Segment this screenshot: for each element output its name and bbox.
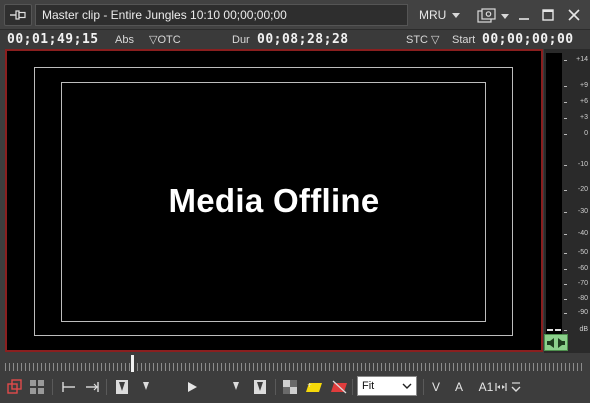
meter-tick: -40 bbox=[564, 229, 590, 239]
marker-red-icon bbox=[331, 380, 347, 394]
add-marker-red-button[interactable] bbox=[330, 378, 348, 396]
mru-label: MRU bbox=[419, 8, 447, 22]
video-track-button[interactable]: V bbox=[429, 378, 443, 396]
meter-tick: -30 bbox=[564, 207, 590, 217]
meter-tick: +6 bbox=[564, 97, 590, 107]
meter-tick: -90 bbox=[564, 308, 590, 318]
link-arrows-icon bbox=[495, 383, 507, 391]
audio-level-bar bbox=[546, 53, 562, 334]
maximize-icon bbox=[542, 9, 554, 21]
single-view-button[interactable] bbox=[6, 378, 24, 396]
single-view-icon bbox=[7, 379, 22, 394]
meter-tick: +3 bbox=[564, 113, 590, 123]
play-button[interactable] bbox=[183, 378, 201, 396]
meter-tick: -80 bbox=[564, 294, 590, 304]
audio-meter: +14 +9 +6 +3 0 -10 -20 -30 -40 -50 -60 -… bbox=[544, 49, 590, 353]
marker-yellow-icon: + bbox=[306, 382, 322, 392]
close-icon bbox=[568, 9, 580, 21]
go-to-in-button[interactable] bbox=[60, 378, 78, 396]
mark-in-icon bbox=[116, 380, 128, 394]
otc-selector[interactable]: ▽OTC bbox=[149, 32, 181, 48]
go-to-out-button[interactable] bbox=[83, 378, 101, 396]
mark-clip-button[interactable] bbox=[137, 378, 155, 396]
chevron-down-icon bbox=[511, 382, 521, 392]
close-button[interactable] bbox=[565, 6, 583, 24]
mark-out-clip-button[interactable] bbox=[227, 378, 245, 396]
toolbar-divider bbox=[352, 379, 353, 395]
zoom-select-value: Fit bbox=[362, 380, 375, 392]
channel-link-button[interactable] bbox=[495, 378, 507, 396]
svg-text:+: + bbox=[307, 382, 312, 389]
mark-clip-icon bbox=[143, 382, 149, 390]
stc-selector[interactable]: STC ▽ bbox=[406, 32, 440, 48]
toolbar-divider bbox=[106, 379, 107, 395]
mark-out-clip-icon bbox=[233, 382, 239, 390]
go-to-out-icon bbox=[86, 382, 99, 392]
multi-view-button[interactable] bbox=[28, 378, 46, 396]
mru-dropdown[interactable]: MRU bbox=[419, 6, 461, 24]
title-bar: Master clip - Entire Jungles 10:10 00;00… bbox=[0, 0, 590, 30]
toolbar-divider bbox=[52, 379, 53, 395]
duration-timecode: 00;08;28;28 bbox=[257, 32, 349, 47]
peak-marker-right bbox=[555, 329, 561, 331]
meter-tick: 0 bbox=[564, 129, 590, 139]
settings-icon bbox=[477, 8, 496, 23]
window-title: Master clip - Entire Jungles 10:10 00;00… bbox=[35, 4, 408, 26]
channel-menu-button[interactable] bbox=[510, 378, 522, 396]
checkerboard-icon bbox=[283, 380, 297, 394]
meter-tick: -20 bbox=[564, 185, 590, 195]
position-timecode[interactable]: 00;01;49;15 bbox=[7, 31, 99, 49]
audio-monitor-button[interactable] bbox=[544, 334, 568, 351]
peak-marker-left bbox=[547, 329, 553, 331]
toolbar-divider bbox=[423, 379, 424, 395]
playhead-indicator[interactable] bbox=[131, 355, 134, 372]
duration-label: Dur bbox=[232, 34, 250, 46]
toolbar-divider bbox=[275, 379, 276, 395]
audio-track-button[interactable]: A bbox=[452, 378, 466, 396]
position-mode-label[interactable]: Abs bbox=[115, 32, 134, 48]
go-to-in-icon bbox=[62, 382, 75, 392]
speaker-icon bbox=[547, 337, 565, 348]
maximize-button[interactable] bbox=[539, 6, 557, 24]
settings-button[interactable] bbox=[477, 7, 511, 25]
chevron-down-icon bbox=[501, 13, 509, 19]
video-viewer[interactable]: Media Offline bbox=[5, 49, 543, 352]
media-offline-message: Media Offline bbox=[168, 182, 380, 219]
mark-out-icon bbox=[254, 380, 266, 394]
meter-tick: +14 bbox=[564, 55, 590, 65]
meter-tick: -50 bbox=[564, 248, 590, 258]
start-label: Start bbox=[452, 34, 476, 46]
bottom-toolbar: + Fit V A A1 bbox=[0, 373, 590, 403]
mark-out-button[interactable] bbox=[251, 378, 269, 396]
matchframe-button[interactable] bbox=[281, 378, 299, 396]
position-bar-ticks bbox=[5, 363, 585, 371]
meter-tick: +9 bbox=[564, 81, 590, 91]
minimize-icon bbox=[519, 18, 529, 20]
play-icon bbox=[188, 382, 197, 392]
timecode-bar: 00;01;49;15 Abs ▽OTC Dur 00;08;28;28 STC… bbox=[0, 30, 590, 50]
chevron-down-icon bbox=[452, 12, 461, 18]
audio-channel-button[interactable]: A1 bbox=[476, 378, 496, 396]
minimize-button[interactable] bbox=[515, 6, 533, 24]
meter-tick: -60 bbox=[564, 264, 590, 274]
mark-in-button[interactable] bbox=[113, 378, 131, 396]
meter-tick: -10 bbox=[564, 160, 590, 170]
start-timecode[interactable]: 00;00;00;00 bbox=[482, 31, 574, 49]
position-bar[interactable] bbox=[5, 355, 585, 372]
pin-icon[interactable] bbox=[4, 4, 32, 26]
chevron-down-icon bbox=[402, 383, 412, 389]
add-marker-yellow-button[interactable]: + bbox=[305, 378, 323, 396]
meter-scale: +14 +9 +6 +3 0 -10 -20 -30 -40 -50 -60 -… bbox=[564, 49, 590, 339]
meter-tick: -70 bbox=[564, 279, 590, 289]
grid-icon bbox=[30, 380, 44, 394]
zoom-select[interactable]: Fit bbox=[357, 376, 417, 396]
